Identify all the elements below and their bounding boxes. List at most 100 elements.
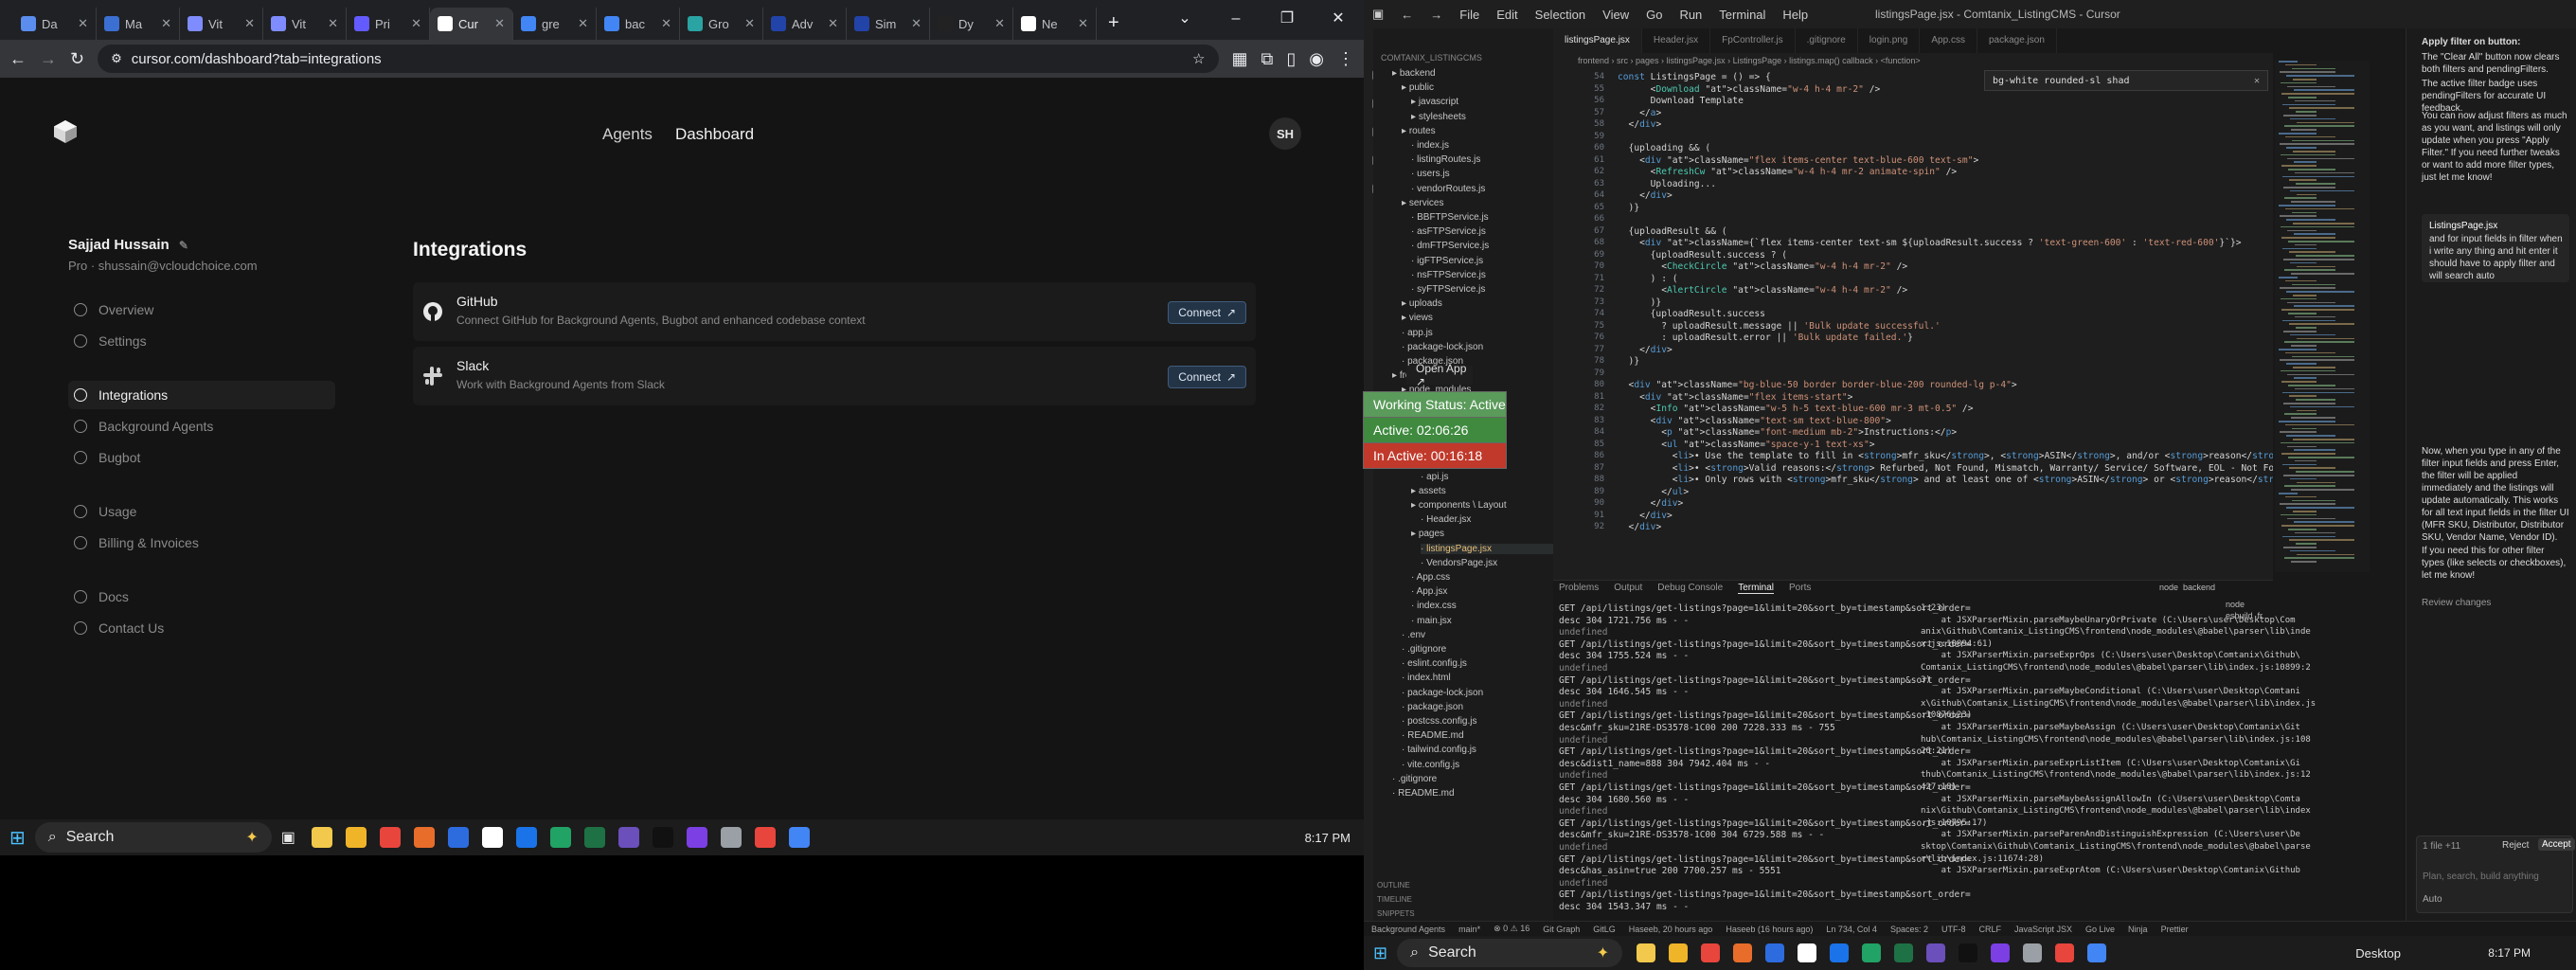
explorer-item[interactable]: · asFTPService.js	[1411, 226, 1486, 237]
tab-close-icon[interactable]: ✕	[744, 16, 755, 31]
sidebar-item-contact-us[interactable]: Contact Us	[68, 614, 335, 642]
explorer-item[interactable]: · .gitignore	[1392, 774, 1437, 784]
editor-tab[interactable]: App.css	[1920, 28, 1977, 53]
github-connect-button[interactable]: Connect ↗	[1168, 301, 1246, 324]
panel-tab-ports[interactable]: Ports	[1789, 583, 1811, 594]
tab-close-icon[interactable]: ✕	[411, 16, 421, 31]
status-item[interactable]: Ln 734, Col 4	[1826, 925, 1877, 934]
editor-tab[interactable]: FpController.js	[1710, 28, 1796, 53]
browser-tab[interactable]: Gro ✕	[680, 8, 763, 40]
taskbar-app-icon[interactable]	[515, 827, 537, 848]
extension-puzzle-icon[interactable]: ⧉	[1261, 49, 1274, 69]
taskbar-app-icon[interactable]	[1798, 943, 1817, 962]
menu-edit[interactable]: Edit	[1488, 8, 1526, 22]
url-field[interactable]: ⚙ cursor.com/dashboard?tab=integrations …	[98, 45, 1219, 73]
explorer-item[interactable]: ▸ components \ Layout	[1411, 500, 1507, 511]
explorer-item[interactable]: · App.css	[1411, 572, 1450, 583]
taskbar-app-icon[interactable]	[1830, 943, 1850, 962]
taskbar-search[interactable]: ⌕ Search ✦	[1397, 939, 1623, 967]
sidebar-item-background-agents[interactable]: Background Agents	[68, 412, 335, 440]
editor-tab[interactable]: listingsPage.jsx	[1553, 28, 1642, 53]
taskbar-app-icon[interactable]	[754, 827, 776, 848]
back-arrow-icon[interactable]: ←	[1392, 8, 1422, 22]
editor-tab[interactable]: package.json	[1977, 28, 2057, 53]
explorer-item[interactable]: · app.js	[1402, 328, 1433, 338]
status-item[interactable]: Ninja	[2128, 925, 2148, 934]
taskbar-app-icon[interactable]	[1991, 943, 2011, 962]
tab-close-icon[interactable]: ✕	[244, 16, 255, 31]
browser-tab[interactable]: gre ✕	[513, 8, 597, 40]
taskbar-app-icon[interactable]	[311, 827, 332, 848]
explorer-item[interactable]: · package-lock.json	[1402, 688, 1483, 698]
forward-icon[interactable]: →	[40, 49, 57, 69]
explorer-item[interactable]: · BBFTPService.js	[1411, 212, 1489, 223]
app-logo-icon[interactable]: ▣	[1364, 7, 1392, 22]
minimize-icon[interactable]: –	[1210, 0, 1261, 40]
taskbar-app-icon[interactable]	[1959, 943, 1978, 962]
explorer-item[interactable]: · nsFTPService.js	[1411, 270, 1486, 280]
taskbar-app-icon[interactable]	[1733, 943, 1753, 962]
status-item[interactable]: Go Live	[2085, 925, 2115, 934]
tab-close-icon[interactable]: ✕	[494, 16, 505, 31]
explorer-item[interactable]: · .gitignore	[1402, 644, 1446, 655]
explorer-item[interactable]: · VendorsPage.jsx	[1421, 558, 1497, 568]
browser-tab[interactable]: Sim ✕	[847, 8, 930, 40]
file-chip[interactable]: ListingsPage.jsx	[2429, 220, 2562, 232]
maximize-icon[interactable]: ❐	[1261, 0, 1313, 40]
browser-tab[interactable]: Da ✕	[13, 8, 97, 40]
taskbar-app-icon[interactable]	[1926, 943, 1946, 962]
tab-close-icon[interactable]: ✕	[578, 16, 588, 31]
tab-close-icon[interactable]: ✕	[994, 16, 1005, 31]
terminal-session[interactable]: esbuild fr...	[2226, 611, 2269, 620]
browser-tab[interactable]: Vit ✕	[180, 8, 263, 40]
taskbar-app-icon[interactable]	[617, 827, 639, 848]
explorer-item[interactable]: ▸ services	[1402, 198, 1444, 208]
status-item[interactable]: main*	[1458, 925, 1480, 934]
avatar[interactable]: SH	[1269, 117, 1301, 150]
editor-tab[interactable]: login.png	[1858, 28, 1921, 53]
browser-tab[interactable]: Ne ✕	[1013, 8, 1097, 40]
explorer-item[interactable]: · dmFTPService.js	[1411, 241, 1489, 251]
taskbar-app-icon[interactable]	[1669, 943, 1689, 962]
taskbar-app-icon[interactable]	[1765, 943, 1785, 962]
explorer-item[interactable]: · index.html	[1402, 673, 1451, 683]
explorer-item[interactable]: · listingsPage.jsx	[1421, 543, 1563, 554]
nav-dashboard-link[interactable]: Dashboard	[675, 125, 754, 144]
tab-close-icon[interactable]: ✕	[161, 16, 171, 31]
explorer-item[interactable]: ▸ javascript	[1411, 97, 1458, 107]
new-tab-button[interactable]: +	[1097, 12, 1131, 40]
sidebar-item-settings[interactable]: Settings	[68, 327, 335, 355]
status-item[interactable]: Spaces: 2	[1890, 925, 1928, 934]
tab-close-icon[interactable]: ✕	[328, 16, 338, 31]
taskbar-app-icon[interactable]	[652, 827, 673, 848]
accept-button[interactable]: Accept	[2538, 838, 2575, 851]
explorer-item[interactable]: · tailwind.config.js	[1402, 745, 1476, 755]
explorer-item[interactable]: · postcss.config.js	[1402, 716, 1476, 727]
panel-tab-problems[interactable]: Problems	[1559, 583, 1599, 594]
site-info-icon[interactable]: ⚙	[111, 51, 122, 66]
terminal-session[interactable]: node backend	[2159, 583, 2215, 592]
tab-close-icon[interactable]: ✕	[1078, 16, 1088, 31]
nav-agents-link[interactable]: Agents	[602, 125, 653, 144]
outline-section[interactable]: SNIPPETS	[1377, 909, 1415, 918]
explorer-item[interactable]: · App.jsx	[1411, 586, 1447, 597]
menu-file[interactable]: File	[1451, 8, 1488, 22]
explorer-item[interactable]: · syFTPService.js	[1411, 284, 1485, 295]
sidebar-item-docs[interactable]: Docs	[68, 583, 335, 611]
taskbar-app-icon[interactable]	[788, 827, 810, 848]
task-view-icon[interactable]: ▣	[281, 828, 295, 847]
explorer-item[interactable]: ▸ routes	[1402, 126, 1436, 136]
sidebar-item-integrations[interactable]: Integrations	[68, 381, 335, 409]
close-icon[interactable]: ✕	[1313, 0, 1364, 40]
taskbar-app-icon[interactable]	[549, 827, 571, 848]
sidebar-item-billing-invoices[interactable]: Billing & Invoices	[68, 529, 335, 557]
cursor-logo-icon[interactable]	[53, 119, 78, 144]
explorer-item[interactable]: · README.md	[1402, 730, 1464, 741]
menu-terminal[interactable]: Terminal	[1710, 8, 1774, 22]
reject-button[interactable]: Reject	[2502, 840, 2529, 851]
profile-icon[interactable]: ◉	[1309, 49, 1324, 69]
explorer-item[interactable]: · main.jsx	[1411, 616, 1452, 626]
status-item[interactable]: Prettier	[2161, 925, 2189, 934]
find-widget[interactable]: bg-white rounded-sl shad ✕	[1984, 70, 2268, 91]
status-item[interactable]: ⊗ 0 ⚠ 16	[1494, 924, 1530, 934]
